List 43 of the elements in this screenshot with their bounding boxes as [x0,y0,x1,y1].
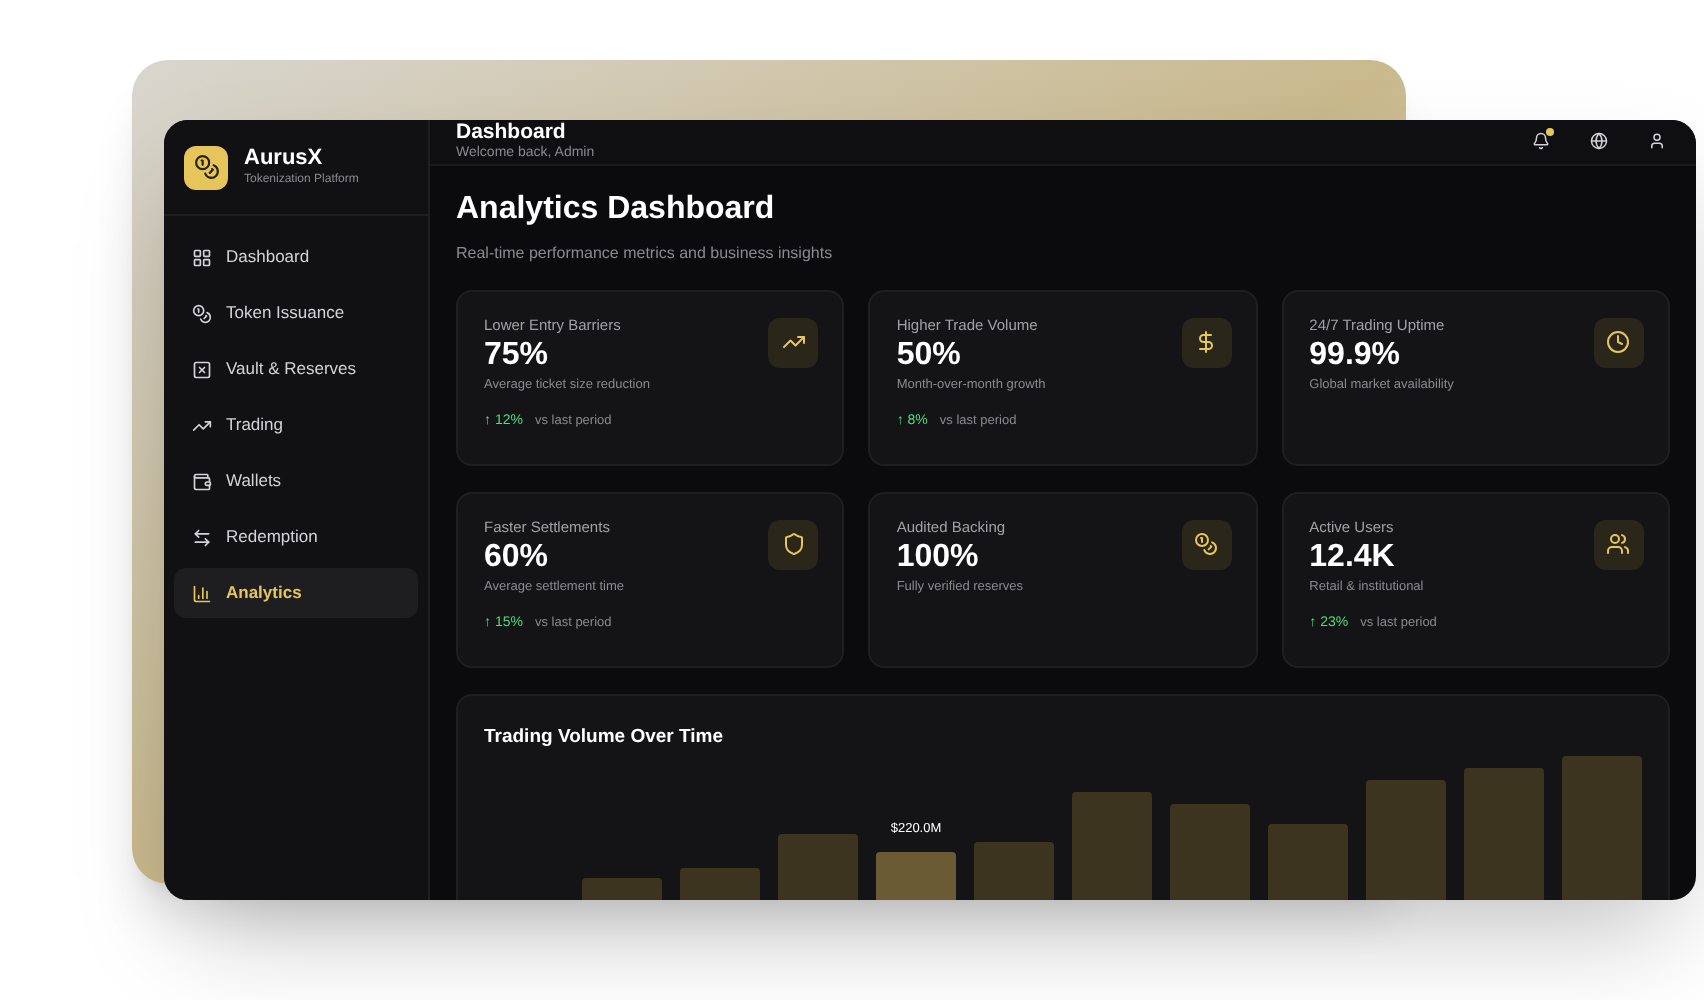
square-x-icon [192,359,212,379]
chart-bar [1268,824,1348,900]
wallet-icon [192,471,212,491]
chart-bar [974,842,1054,900]
sidebar-item[interactable]: Trading [174,400,418,450]
sidebar-item[interactable]: Wallets [174,456,418,506]
users-icon [1593,519,1644,570]
header-title: Dashboard [456,120,568,145]
chart-bar [1170,804,1250,900]
globe-icon[interactable] [1590,132,1608,151]
coins-icon [192,303,212,323]
chart-bar [1464,768,1544,900]
chart-bar [778,834,858,900]
grid-icon [192,247,212,267]
card-value: 60% [484,542,549,575]
logo-icon [184,145,228,189]
arrows-icon [192,527,212,547]
notification-button[interactable] [1532,132,1550,151]
coins-icon [1181,519,1232,570]
card-value: 99.9% [1309,340,1401,373]
card-value: 50% [896,340,961,373]
chart-bar [1072,792,1152,900]
card-value: 12.4K [1309,542,1395,575]
page-subtitle: Real-time performance metrics and business insights [456,241,835,266]
sidebar-item[interactable]: Dashboard [174,232,418,282]
page-title: Analytics Dashboard [456,189,777,230]
chart-bar [1366,780,1446,900]
user-icon[interactable] [1648,132,1666,151]
dollar-icon [1181,317,1232,368]
card-value: 100% [896,542,979,575]
sidebar-item[interactable]: Vault & Reserves [174,344,418,394]
trend-up-icon [192,415,212,435]
chart-bar [1562,756,1642,900]
shield-icon [768,519,819,570]
card-value: 75% [484,340,549,373]
brand-name: AurusX [244,145,325,173]
sidebar-item[interactable]: Redemption [174,512,418,562]
bar-chart-icon [192,583,212,603]
sidebar-item[interactable]: Analytics [174,568,418,618]
clock-icon [1593,317,1644,368]
trend-up-icon [768,317,819,368]
chart-title: Trading Volume Over Time [484,723,725,752]
sidebar-item[interactable]: Token Issuance [174,288,418,338]
